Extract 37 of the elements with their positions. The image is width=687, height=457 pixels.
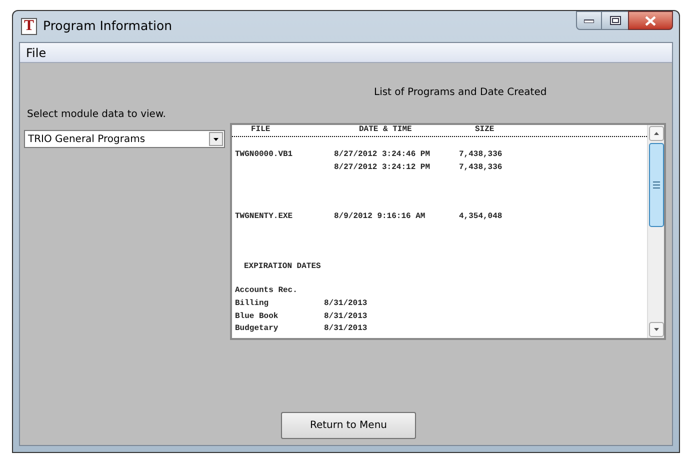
section-title: EXPIRATION DATES [243, 260, 322, 273]
window-title: Program Information [43, 17, 172, 36]
group-label: Accounts Rec. [235, 285, 298, 298]
file-name: TWGN0000.VB1 [235, 150, 293, 159]
select-label: Select module data to view. [27, 108, 166, 122]
module-name: Billing [235, 298, 269, 308]
return-button[interactable]: Return to Menu [281, 412, 416, 439]
column-header: SIZE [474, 125, 494, 134]
date-time: 8/9/2012 9:16:16 AM [334, 212, 426, 222]
close-icon [645, 16, 656, 26]
maximize-button[interactable] [602, 11, 628, 30]
module-dropdown[interactable]: TRIO General Programs [24, 130, 225, 148]
file-name: TWGNENTY.EXE [235, 212, 293, 222]
column-header: DATE & TIME [358, 125, 412, 134]
listing-title: List of Programs and Date Created [374, 86, 547, 100]
scroll-up-icon[interactable] [648, 126, 664, 141]
column-header: FILE [250, 125, 270, 134]
module-name: Budgetary [235, 324, 278, 334]
scroll-down-icon[interactable] [648, 322, 664, 337]
scroll-thumb-icon[interactable] [648, 143, 664, 227]
app-logo: T [21, 18, 37, 35]
date-time: 8/27/2012 3:24:12 PM [334, 162, 430, 172]
minimize-icon [584, 18, 594, 22]
minimize-button[interactable] [576, 11, 602, 30]
menu-item[interactable]: File [20, 44, 52, 62]
close-button[interactable] [628, 11, 673, 30]
date-time: 8/27/2012 3:24:46 PM [334, 150, 430, 159]
dropdown-value: TRIO General Programs [28, 132, 146, 146]
file-size: 7,438,336 [459, 162, 502, 172]
file-size: 7,438,336 [459, 150, 502, 159]
maximize-icon [610, 16, 620, 25]
module-name: Blue Book [235, 312, 278, 321]
expiration-date: 8/31/2013 [324, 323, 368, 336]
expiration-date: 8/31/2013 [324, 298, 368, 310]
file-size: 4,354,048 [459, 212, 502, 222]
scrollbar[interactable] [647, 125, 664, 338]
expiration-date: 8/31/2013 [324, 310, 368, 323]
